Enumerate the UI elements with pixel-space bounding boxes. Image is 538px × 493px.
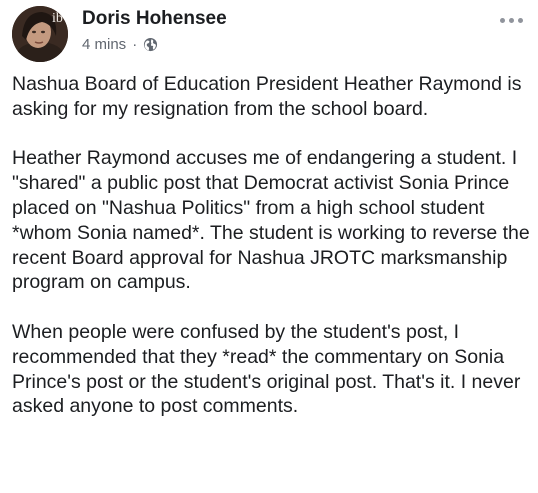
- facebook-post: ib Doris Hohensee 4 mins · Nashua Board …: [0, 0, 538, 493]
- post-body: Nashua Board of Education President Heat…: [12, 72, 532, 419]
- avatar-overlay-text: ib: [52, 11, 63, 26]
- author-name[interactable]: Doris Hohensee: [82, 8, 227, 30]
- more-options-button[interactable]: [494, 8, 528, 32]
- avatar-photo: ib: [12, 6, 68, 62]
- post-meta: 4 mins ·: [82, 36, 158, 53]
- avatar[interactable]: ib: [12, 6, 68, 62]
- post-header: ib Doris Hohensee 4 mins ·: [0, 0, 538, 68]
- more-horizontal-icon: [499, 17, 505, 23]
- meta-separator: ·: [132, 36, 138, 53]
- globe-icon[interactable]: [143, 37, 158, 52]
- post-paragraph: Nashua Board of Education President Heat…: [12, 73, 522, 120]
- post-paragraph: Heather Raymond accuses me of endangerin…: [12, 147, 530, 294]
- post-paragraph: When people were confused by the student…: [12, 320, 521, 418]
- post-timestamp[interactable]: 4 mins: [82, 36, 126, 53]
